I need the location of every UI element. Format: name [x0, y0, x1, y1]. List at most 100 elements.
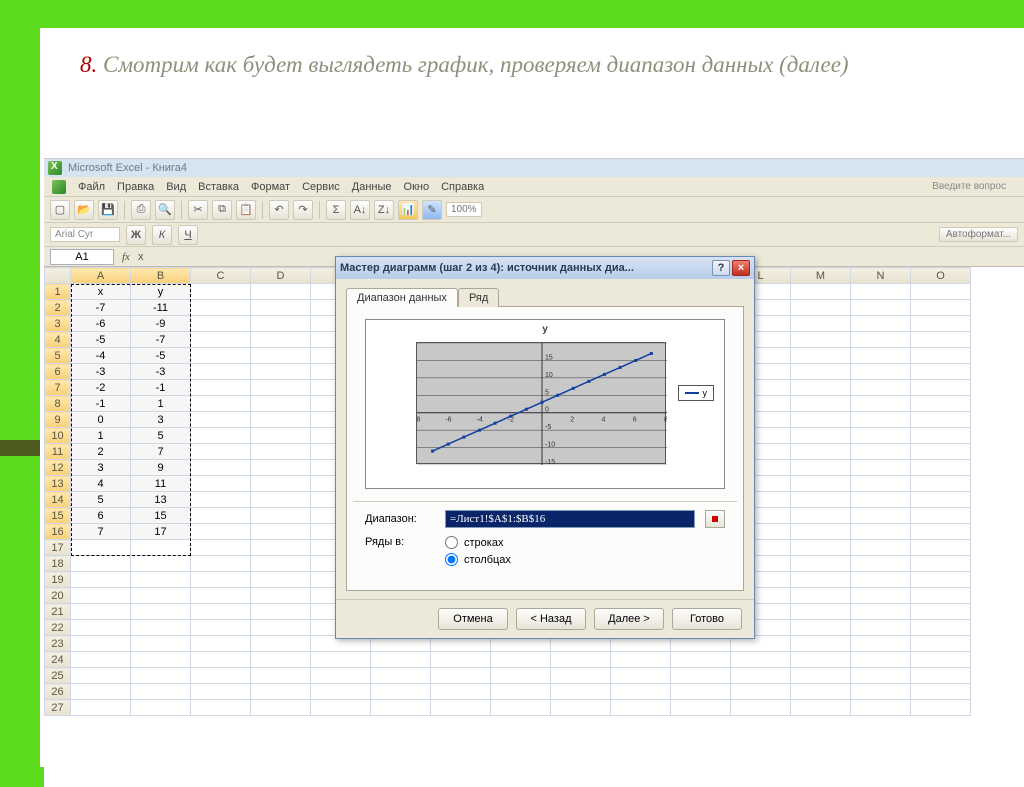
cell[interactable] [71, 556, 131, 572]
cell[interactable] [911, 300, 971, 316]
cell[interactable] [911, 332, 971, 348]
cell[interactable] [851, 604, 911, 620]
cell[interactable] [671, 668, 731, 684]
cell[interactable] [131, 700, 191, 716]
row-header[interactable]: 17 [45, 540, 71, 556]
cell[interactable] [251, 556, 311, 572]
cell[interactable] [251, 636, 311, 652]
row-header[interactable]: 10 [45, 428, 71, 444]
row-header[interactable]: 13 [45, 476, 71, 492]
cell[interactable] [251, 684, 311, 700]
cell[interactable] [911, 524, 971, 540]
cell[interactable] [911, 508, 971, 524]
cell[interactable] [191, 332, 251, 348]
cut-icon[interactable]: ✂ [188, 200, 208, 220]
cell[interactable] [191, 460, 251, 476]
cell[interactable] [911, 492, 971, 508]
cell[interactable] [191, 300, 251, 316]
cell[interactable] [911, 444, 971, 460]
cell[interactable] [251, 300, 311, 316]
cell[interactable] [911, 460, 971, 476]
cell[interactable] [191, 348, 251, 364]
cell[interactable] [791, 284, 851, 300]
cell[interactable] [551, 668, 611, 684]
cell[interactable] [791, 652, 851, 668]
cell[interactable] [851, 508, 911, 524]
row-header[interactable]: 24 [45, 652, 71, 668]
cell[interactable] [71, 636, 131, 652]
cell[interactable]: -3 [71, 364, 131, 380]
cell[interactable] [251, 492, 311, 508]
row-header[interactable]: 21 [45, 604, 71, 620]
cell[interactable] [671, 684, 731, 700]
underline-icon[interactable]: Ч [178, 225, 198, 245]
tab-data-range[interactable]: Диапазон данных [346, 288, 458, 307]
cell[interactable] [251, 620, 311, 636]
cell[interactable] [191, 604, 251, 620]
row-header[interactable]: 15 [45, 508, 71, 524]
cell[interactable] [911, 364, 971, 380]
cell[interactable] [911, 476, 971, 492]
help-button[interactable]: ? [712, 260, 730, 276]
back-button[interactable]: < Назад [516, 608, 586, 630]
cell[interactable] [371, 652, 431, 668]
cell[interactable] [791, 636, 851, 652]
redo-icon[interactable]: ↷ [293, 200, 313, 220]
cell[interactable] [731, 700, 791, 716]
cell[interactable] [371, 684, 431, 700]
cell[interactable] [251, 460, 311, 476]
cell[interactable] [671, 652, 731, 668]
cell[interactable] [911, 396, 971, 412]
col-header[interactable]: D [251, 268, 311, 284]
cell[interactable] [71, 604, 131, 620]
cell[interactable] [911, 540, 971, 556]
cell[interactable] [791, 524, 851, 540]
cell[interactable] [911, 348, 971, 364]
cell[interactable] [311, 668, 371, 684]
cell[interactable]: 17 [131, 524, 191, 540]
cell[interactable] [251, 700, 311, 716]
cell[interactable] [851, 700, 911, 716]
cell[interactable] [251, 364, 311, 380]
cell[interactable]: 7 [131, 444, 191, 460]
cell[interactable] [191, 284, 251, 300]
cell[interactable] [431, 700, 491, 716]
fx-icon[interactable]: fx [122, 251, 130, 263]
cell[interactable] [251, 284, 311, 300]
cell[interactable] [311, 652, 371, 668]
cell[interactable] [71, 540, 131, 556]
menu-view[interactable]: Вид [166, 181, 186, 193]
row-header[interactable]: 1 [45, 284, 71, 300]
cell[interactable] [851, 460, 911, 476]
cell[interactable] [791, 460, 851, 476]
cell[interactable] [611, 684, 671, 700]
cell[interactable] [791, 604, 851, 620]
cell[interactable] [791, 620, 851, 636]
cell[interactable] [791, 412, 851, 428]
cell[interactable] [791, 700, 851, 716]
cell[interactable] [791, 508, 851, 524]
cell[interactable] [791, 428, 851, 444]
row-header[interactable]: 6 [45, 364, 71, 380]
cell[interactable]: 7 [71, 524, 131, 540]
cell[interactable] [911, 684, 971, 700]
cell[interactable] [911, 700, 971, 716]
cell[interactable] [851, 588, 911, 604]
cell[interactable] [191, 652, 251, 668]
cell[interactable] [251, 540, 311, 556]
cell[interactable] [731, 668, 791, 684]
cell[interactable] [551, 652, 611, 668]
copy-icon[interactable]: ⧉ [212, 200, 232, 220]
cell[interactable]: 11 [131, 476, 191, 492]
cell[interactable] [191, 620, 251, 636]
cell[interactable] [851, 412, 911, 428]
cell[interactable] [131, 540, 191, 556]
cell[interactable] [791, 380, 851, 396]
cell[interactable] [851, 444, 911, 460]
cell[interactable] [191, 364, 251, 380]
menu-window[interactable]: Окно [404, 181, 430, 193]
print-icon[interactable]: ⎙ [131, 200, 151, 220]
cell[interactable] [251, 348, 311, 364]
cell[interactable] [71, 620, 131, 636]
cell[interactable] [191, 476, 251, 492]
